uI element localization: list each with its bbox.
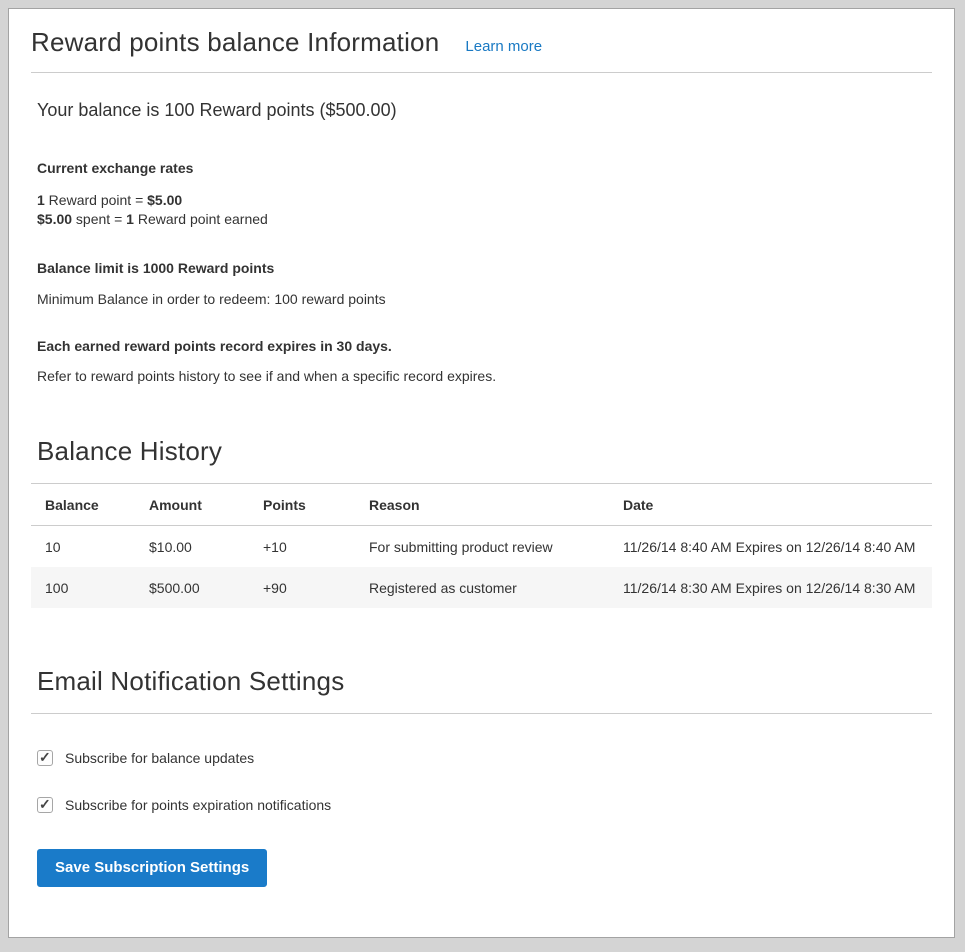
cell-balance: 100: [31, 567, 135, 608]
expiry-note: Refer to reward points history to see if…: [37, 368, 932, 384]
points-expiration-checkbox[interactable]: [37, 797, 53, 813]
points-expiration-option[interactable]: Subscribe for points expiration notifica…: [37, 797, 932, 813]
reward-points-panel: Reward points balance Information Learn …: [8, 8, 955, 938]
column-header-amount: Amount: [135, 483, 249, 525]
cell-reason: Registered as customer: [355, 567, 609, 608]
balance-history-heading: Balance History: [37, 436, 932, 467]
page-header: Reward points balance Information Learn …: [31, 27, 932, 73]
points-expiration-label[interactable]: Subscribe for points expiration notifica…: [65, 797, 331, 813]
table-row: 10 $10.00 +10 For submitting product rev…: [31, 525, 932, 567]
column-header-reason: Reason: [355, 483, 609, 525]
exchange-rate-line-2: $5.00 spent = 1 Reward point earned: [37, 210, 932, 229]
rate2-money: $5.00: [37, 211, 72, 227]
cell-points: +10: [249, 525, 355, 567]
column-header-balance: Balance: [31, 483, 135, 525]
cell-amount: $10.00: [135, 525, 249, 567]
expiry-heading: Each earned reward points record expires…: [37, 338, 932, 354]
cell-date: 11/26/14 8:30 AM Expires on 12/26/14 8:3…: [609, 567, 932, 608]
table-row: 100 $500.00 +90 Registered as customer 1…: [31, 567, 932, 608]
balance-summary: Your balance is 100 Reward points ($500.…: [37, 100, 926, 121]
exchange-rate-line-1: 1 Reward point = $5.00: [37, 191, 932, 210]
page-title: Reward points balance Information: [31, 27, 439, 58]
rate2-text: spent =: [72, 211, 126, 227]
table-header-row: Balance Amount Points Reason Date: [31, 483, 932, 525]
balance-limit-heading: Balance limit is 1000 Reward points: [37, 260, 932, 276]
rate2-points: 1: [126, 211, 134, 227]
exchange-rates: 1 Reward point = $5.00 $5.00 spent = 1 R…: [37, 191, 932, 229]
rate2-suffix: Reward point earned: [134, 211, 268, 227]
rate1-text: Reward point =: [45, 192, 147, 208]
column-header-date: Date: [609, 483, 932, 525]
save-subscription-button[interactable]: Save Subscription Settings: [37, 849, 267, 887]
balance-updates-option[interactable]: Subscribe for balance updates: [37, 750, 932, 766]
cell-amount: $500.00: [135, 567, 249, 608]
cell-balance: 10: [31, 525, 135, 567]
cell-date: 11/26/14 8:40 AM Expires on 12/26/14 8:4…: [609, 525, 932, 567]
rate1-points: 1: [37, 192, 45, 208]
reward-info-block: Current exchange rates 1 Reward point = …: [37, 160, 932, 384]
cell-reason: For submitting product review: [355, 525, 609, 567]
column-header-points: Points: [249, 483, 355, 525]
balance-updates-checkbox[interactable]: [37, 750, 53, 766]
min-balance-note: Minimum Balance in order to redeem: 100 …: [37, 291, 932, 307]
cell-points: +90: [249, 567, 355, 608]
email-settings-heading: Email Notification Settings: [37, 666, 932, 697]
exchange-rates-heading: Current exchange rates: [37, 160, 932, 176]
rate1-money: $5.00: [147, 192, 182, 208]
balance-history-table: Balance Amount Points Reason Date 10 $10…: [31, 483, 932, 608]
email-settings-header: Email Notification Settings: [31, 666, 932, 714]
learn-more-link[interactable]: Learn more: [465, 38, 542, 55]
balance-updates-label[interactable]: Subscribe for balance updates: [65, 750, 254, 766]
